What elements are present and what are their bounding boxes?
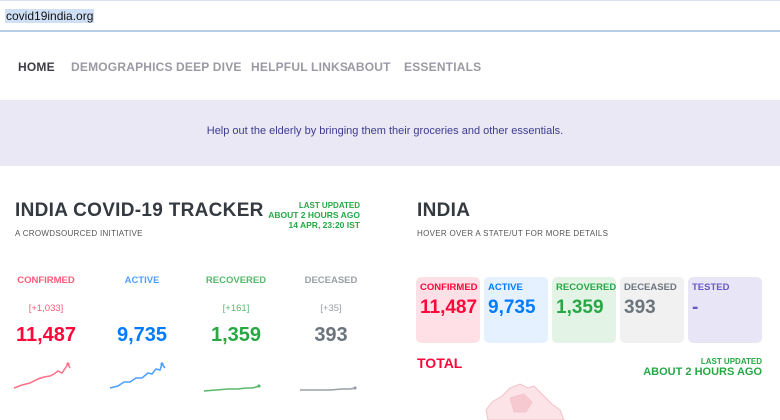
card-deceased[interactable]: DECEASED 393 [620,277,684,343]
stat-confirmed: CONFIRMED [+1,033] 11,487 [1,275,91,347]
nav-demographics[interactable]: DEMOGRAPHICS [71,60,173,74]
stat-active-total: 9,735 [116,324,168,346]
card-recovered-label: RECOVERED [556,282,617,293]
last-updated-label: LAST UPDATED [298,201,360,210]
stat-active-delta [97,303,187,315]
nav-helpful-links[interactable]: HELPFUL LINKS [251,60,348,74]
card-active[interactable]: ACTIVE 9,735 [484,277,548,343]
stat-recovered-total: 1,359 [210,324,262,346]
india-last-updated: LAST UPDATED ABOUT 2 HOURS AGO [620,357,762,378]
stat-deceased-total: 393 [314,324,348,346]
sparkline-active [109,362,166,389]
sparkline-deceased [300,386,357,391]
card-recovered-value: 1,359 [556,297,604,318]
card-tested-label: TESTED [692,282,730,293]
stat-active: ACTIVE 9,735 [97,275,187,347]
card-deceased-value: 393 [624,297,656,318]
sparkline-confirmed [13,362,71,389]
stat-active-label: ACTIVE [124,275,160,286]
stat-deceased: DECEASED [+35] 393 [286,275,376,347]
last-updated-date: 14 APR, 23:20 IST [288,220,361,230]
stat-deceased-delta: [+35] [320,303,342,314]
info-banner: Help out the elderly by bringing them th… [0,100,780,166]
card-confirmed-value: 11,487 [420,297,478,318]
card-deceased-label: DECEASED [624,282,677,293]
sparkline-recovered [203,384,261,392]
nav-deep-dive[interactable]: DEEP DIVE [176,60,242,74]
card-tested[interactable]: TESTED - [688,277,762,343]
card-recovered[interactable]: RECOVERED 1,359 [552,277,616,343]
url-text[interactable]: covid19india.org [5,9,95,23]
india-map[interactable] [480,382,570,420]
india-subtitle: HOVER OVER A STATE/UT FOR MORE DETAILS [417,229,609,238]
stat-confirmed-label: CONFIRMED [17,275,75,286]
top-navigation: HOME DEMOGRAPHICS DEEP DIVE HELPFUL LINK… [0,34,780,100]
card-tested-value: - [692,297,699,318]
tracker-subtitle: A CROWDSOURCED INITIATIVE [15,229,143,238]
india-last-updated-label: LAST UPDATED [700,357,762,366]
nav-essentials[interactable]: ESSENTIALS [404,60,481,74]
stat-recovered-label: RECOVERED [205,275,267,286]
tracker-title: INDIA COVID-19 TRACKER [15,200,264,221]
stat-recovered: RECOVERED [+161] 1,359 [191,275,281,347]
stat-confirmed-total: 11,487 [15,324,77,346]
nav-about[interactable]: ABOUT [347,60,391,74]
banner-text: Help out the elderly by bringing them th… [206,125,564,137]
india-title: INDIA [417,200,471,221]
stat-confirmed-delta: [+1,033] [28,303,64,314]
tracker-last-updated: LAST UPDATED ABOUT 2 HOURS AGO 14 APR, 2… [240,201,360,230]
stat-deceased-label: DECEASED [304,275,358,286]
address-bar[interactable]: covid19india.org [0,0,780,32]
total-label: TOTAL [417,355,463,371]
india-last-updated-relative: ABOUT 2 HOURS AGO [643,366,762,378]
card-active-value: 9,735 [488,297,536,318]
card-confirmed[interactable]: CONFIRMED 11,487 [416,277,480,343]
nav-home[interactable]: HOME [18,60,55,74]
last-updated-relative: ABOUT 2 HOURS AGO [268,210,360,220]
stat-recovered-delta: [+161] [222,303,250,314]
card-confirmed-label: CONFIRMED [420,282,478,293]
card-active-label: ACTIVE [488,282,523,293]
